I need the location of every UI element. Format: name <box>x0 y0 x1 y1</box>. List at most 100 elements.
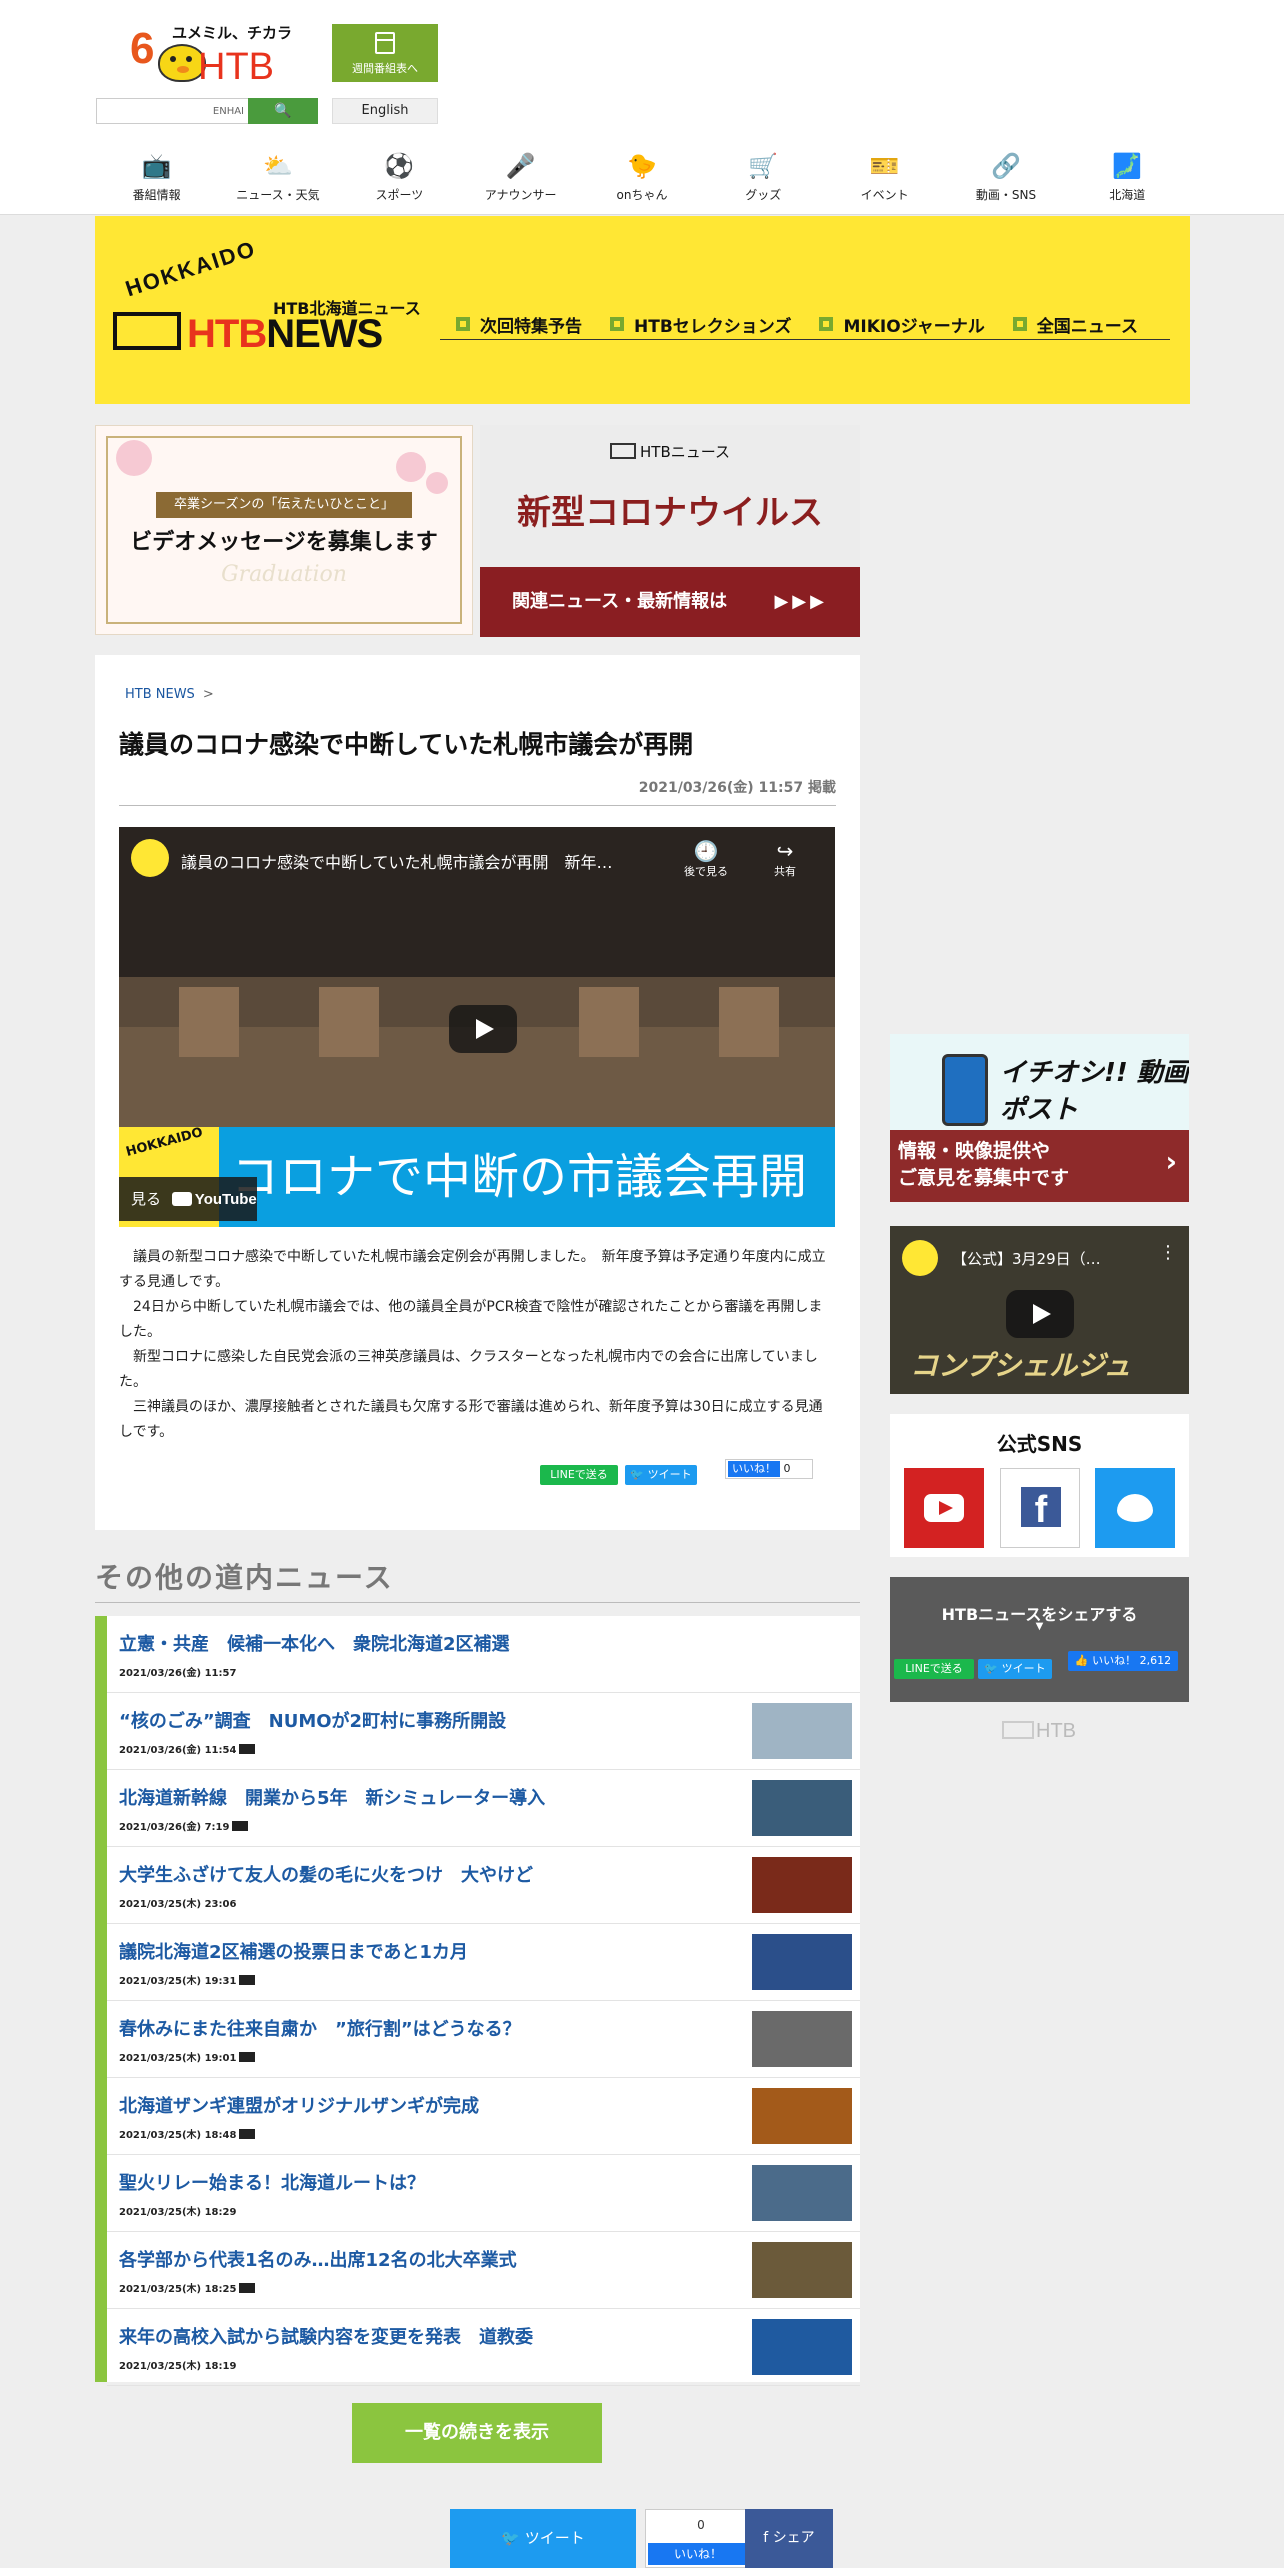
show-more-button[interactable]: 一覧の続きを表示 <box>352 2403 602 2463</box>
news-menu-item[interactable]: 次回特集予告 <box>456 310 582 338</box>
news-thumbnail[interactable] <box>752 2319 852 2375</box>
news-thumbnail[interactable] <box>752 2088 852 2144</box>
news-item-title[interactable]: 北海道ザンギ連盟がオリジナルザンギが完成 <box>119 2092 479 2118</box>
news-thumbnail[interactable] <box>752 2242 852 2298</box>
news-item-date: 2021/03/25(木) 18:25 <box>119 2280 256 2295</box>
video-post-title: イチオシ!! 動画ポスト <box>1000 1058 1189 1125</box>
more-options-icon[interactable]: ⋮ <box>1159 1242 1177 1263</box>
news-item-title[interactable]: 春休みにまた往来自粛か ”旅行割”はどうなる？ <box>119 2015 521 2041</box>
nav-item[interactable]: 📺 番組情報 <box>96 148 217 208</box>
news-thumbnail[interactable] <box>752 1934 852 1990</box>
coronavirus-banner[interactable]: HTBニュース 新型コロナウイルス 関連ニュース・最新情報は ▶▶▶ <box>480 425 860 637</box>
line-share-button[interactable]: LINEで送る <box>540 1465 618 1485</box>
video-post-line1: 情報・映像提供や <box>898 1140 1051 1162</box>
graduation-message-banner[interactable]: 卒業シーズンの「伝えたいひとこと」 ビデオメッセージを募集します Graduat… <box>95 425 473 635</box>
bottom-like-box[interactable]: 0 いいね！ <box>645 2509 757 2568</box>
nav-item[interactable]: 🐤 onちゃん <box>581 148 702 208</box>
news-list-item[interactable]: 各学部から代表1名のみ…出席12名の北大卒業式 2021/03/25(木) 18:… <box>107 2232 860 2309</box>
article-paragraph: 新型コロナに感染した自民党会派の三神英彦議員は、クラスターとなった札幌市内での会… <box>119 1349 818 1390</box>
news-list-item[interactable]: 春休みにまた往来自粛か ”旅行割”はどうなる？ 2021/03/25(木) 19:… <box>107 2001 860 2078</box>
news-menu-item[interactable]: MIKIOジャーナル <box>819 310 985 338</box>
htb-news-banner: HOKKAIDO HTB北海道ニュース HTBNEWS 次回特集予告 HTBセレク… <box>95 216 1190 404</box>
news-item-title[interactable]: 来年の高校入試から試験内容を変更を発表 道教委 <box>119 2323 533 2349</box>
news-list-item[interactable]: 議院北海道2区補選の投票日まであと1カ月 2021/03/25(木) 19:31 <box>107 1924 860 2001</box>
nav-item-label: 番組情報 <box>132 188 181 202</box>
news-item-title[interactable]: 立憲・共産 候補一本化へ 衆院北海道2区補選 <box>119 1630 510 1656</box>
news-item-title[interactable]: 各学部から代表1名のみ…出席12名の北大卒業式 <box>119 2246 517 2272</box>
search-button[interactable]: 🔍 <box>248 98 318 124</box>
news-item-title[interactable]: 大学生ふざけて友人の髪の毛に火をつけ 大やけど <box>119 1861 533 1887</box>
news-item-title[interactable]: “核のごみ”調査 NUMOが2町村に事務所開設 <box>119 1707 506 1733</box>
news-list-item[interactable]: 立憲・共産 候補一本化へ 衆院北海道2区補選 2021/03/26(金) 11:5… <box>107 1616 860 1693</box>
weather-icon: ⛅ <box>263 152 293 180</box>
article: HTB NEWS > 議員のコロナ感染で中断していた札幌市議会が再開 2021/0… <box>95 655 860 1530</box>
news-menu-label: HTBセレクションズ <box>634 316 792 337</box>
play-button-icon[interactable] <box>1006 1290 1074 1338</box>
news-list-item[interactable]: 聖火リレー始まる！北海道ルートは？ 2021/03/25(木) 18:29 <box>107 2155 860 2232</box>
facebook-like-button[interactable]: いいね！ 0 <box>725 1459 813 1479</box>
sidebar-video-overlay: コンプシェルジュ <box>910 1349 1132 1382</box>
video-badge-icon <box>239 2283 256 2293</box>
news-list-item[interactable]: 北海道新幹線 開業から5年 新シミュレーター導入 2021/03/26(金) 7:… <box>107 1770 860 1847</box>
news-item-date: 2021/03/25(木) 19:01 <box>119 2049 256 2064</box>
news-item-title[interactable]: 聖火リレー始まる！北海道ルートは？ <box>119 2169 425 2195</box>
sidebar-youtube-player[interactable]: 【公式】3月29日（… ⋮ コンプシェルジュ <box>890 1226 1189 1394</box>
news-menu-label: 全国ニュース <box>1036 316 1138 337</box>
news-list-item[interactable]: 北海道ザンギ連盟がオリジナルザンギが完成 2021/03/25(木) 18:48 <box>107 2078 860 2155</box>
facebook-icon[interactable] <box>1000 1468 1080 1548</box>
english-button[interactable]: English <box>332 98 438 124</box>
sidebar-like-button[interactable]: 👍 いいね！ 2,612 <box>1068 1651 1178 1671</box>
news-menu-item[interactable]: HTBセレクションズ <box>610 310 791 338</box>
search-input[interactable]: ENHAI <box>96 98 248 124</box>
news-item-title[interactable]: 北海道新幹線 開業から5年 新シミュレーター導入 <box>119 1784 545 1810</box>
promo-title: 新型コロナウイルス <box>517 493 823 533</box>
weekly-schedule-button[interactable]: 週間番組表へ <box>332 24 438 82</box>
nav-item[interactable]: 🎤 アナウンサー <box>460 148 581 208</box>
watch-later-button[interactable]: 🕘 後で見る <box>684 839 728 879</box>
nav-item[interactable]: 🗾 北海道 <box>1067 148 1188 208</box>
youtube-icon[interactable] <box>904 1468 984 1548</box>
htb-box-icon <box>113 312 181 350</box>
news-thumbnail[interactable] <box>752 1857 852 1913</box>
htb-news-wordmark: HTBNEWS <box>187 312 383 356</box>
news-item-title[interactable]: 議院北海道2区補選の投票日まであと1カ月 <box>119 1938 468 1964</box>
tweet-button[interactable]: 🐦 ツイート <box>625 1465 697 1485</box>
promo-tag: 卒業シーズンの「伝えたいひとこと」 <box>156 492 412 518</box>
news-list-item[interactable]: 大学生ふざけて友人の髪の毛に火をつけ 大やけど 2021/03/25(木) 23:… <box>107 1847 860 1924</box>
video-share-button[interactable]: ↪ 共有 <box>774 839 796 879</box>
watch-on-youtube-button[interactable]: 見る YouTube <box>119 1177 257 1221</box>
bottom-tweet-button[interactable]: 🐦 ツイート <box>450 2509 636 2568</box>
news-list-item[interactable]: “核のごみ”調査 NUMOが2町村に事務所開設 2021/03/26(金) 11:… <box>107 1693 860 1770</box>
news-thumbnail[interactable] <box>752 2011 852 2067</box>
official-sns-panel: 公式SNS <box>890 1414 1189 1557</box>
sidebar-tweet-button[interactable]: 🐦 ツイート <box>978 1659 1052 1679</box>
video-caption: コロナで中断の市議会再開 <box>219 1127 835 1227</box>
sidebar-line-share-button[interactable]: LINEで送る <box>894 1659 974 1679</box>
news-list-item[interactable]: 来年の高校入試から試験内容を変更を発表 道教委 2021/03/25(木) 18:… <box>107 2309 860 2386</box>
news-thumbnail[interactable] <box>752 1703 852 1759</box>
video-badge-icon <box>239 1744 256 1754</box>
footer-htb-logo[interactable]: HTB <box>1002 1720 1076 1743</box>
channel-avatar[interactable] <box>131 839 169 877</box>
video-post-banner[interactable]: イチオシ!! 動画ポスト 情報・映像提供や ご意見を募集中です › <box>890 1034 1189 1202</box>
sidebar-video-title[interactable]: 【公式】3月29日（… <box>952 1248 1101 1269</box>
news-item-date: 2021/03/25(木) 19:31 <box>119 1972 256 1987</box>
nav-item[interactable]: ⚽ スポーツ <box>339 148 460 208</box>
channel-avatar[interactable] <box>902 1240 938 1276</box>
breadcrumb-htb-news[interactable]: HTB NEWS <box>125 687 195 702</box>
nav-item[interactable]: 🛒 グッズ <box>703 148 824 208</box>
news-thumbnail[interactable] <box>752 1780 852 1836</box>
news-menu: 次回特集予告 HTBセレクションズ MIKIOジャーナル 全国ニュース <box>440 310 1170 340</box>
nav-item-label: 動画・SNS <box>975 188 1037 202</box>
nav-item[interactable]: 🎫 イベント <box>824 148 945 208</box>
youtube-player[interactable]: 議員のコロナ感染で中断していた札幌市議会が再開 新年… 🕘 後で見る ↪ 共有 HO… <box>119 827 835 1227</box>
nav-item[interactable]: ⛅ ニュース・天気 <box>217 148 338 208</box>
twitter-icon[interactable] <box>1095 1468 1175 1548</box>
bottom-like-button[interactable]: いいね！ <box>648 2543 748 2565</box>
nav-item[interactable]: 🔗 動画・SNS <box>945 148 1066 208</box>
play-button-icon[interactable] <box>449 1005 517 1053</box>
video-title[interactable]: 議員のコロナ感染で中断していた札幌市議会が再開 新年… <box>181 849 613 873</box>
news-thumbnail[interactable] <box>752 2165 852 2221</box>
bottom-facebook-share-button[interactable]: f シェア <box>745 2509 833 2568</box>
news-menu-item[interactable]: 全国ニュース <box>1012 310 1138 338</box>
